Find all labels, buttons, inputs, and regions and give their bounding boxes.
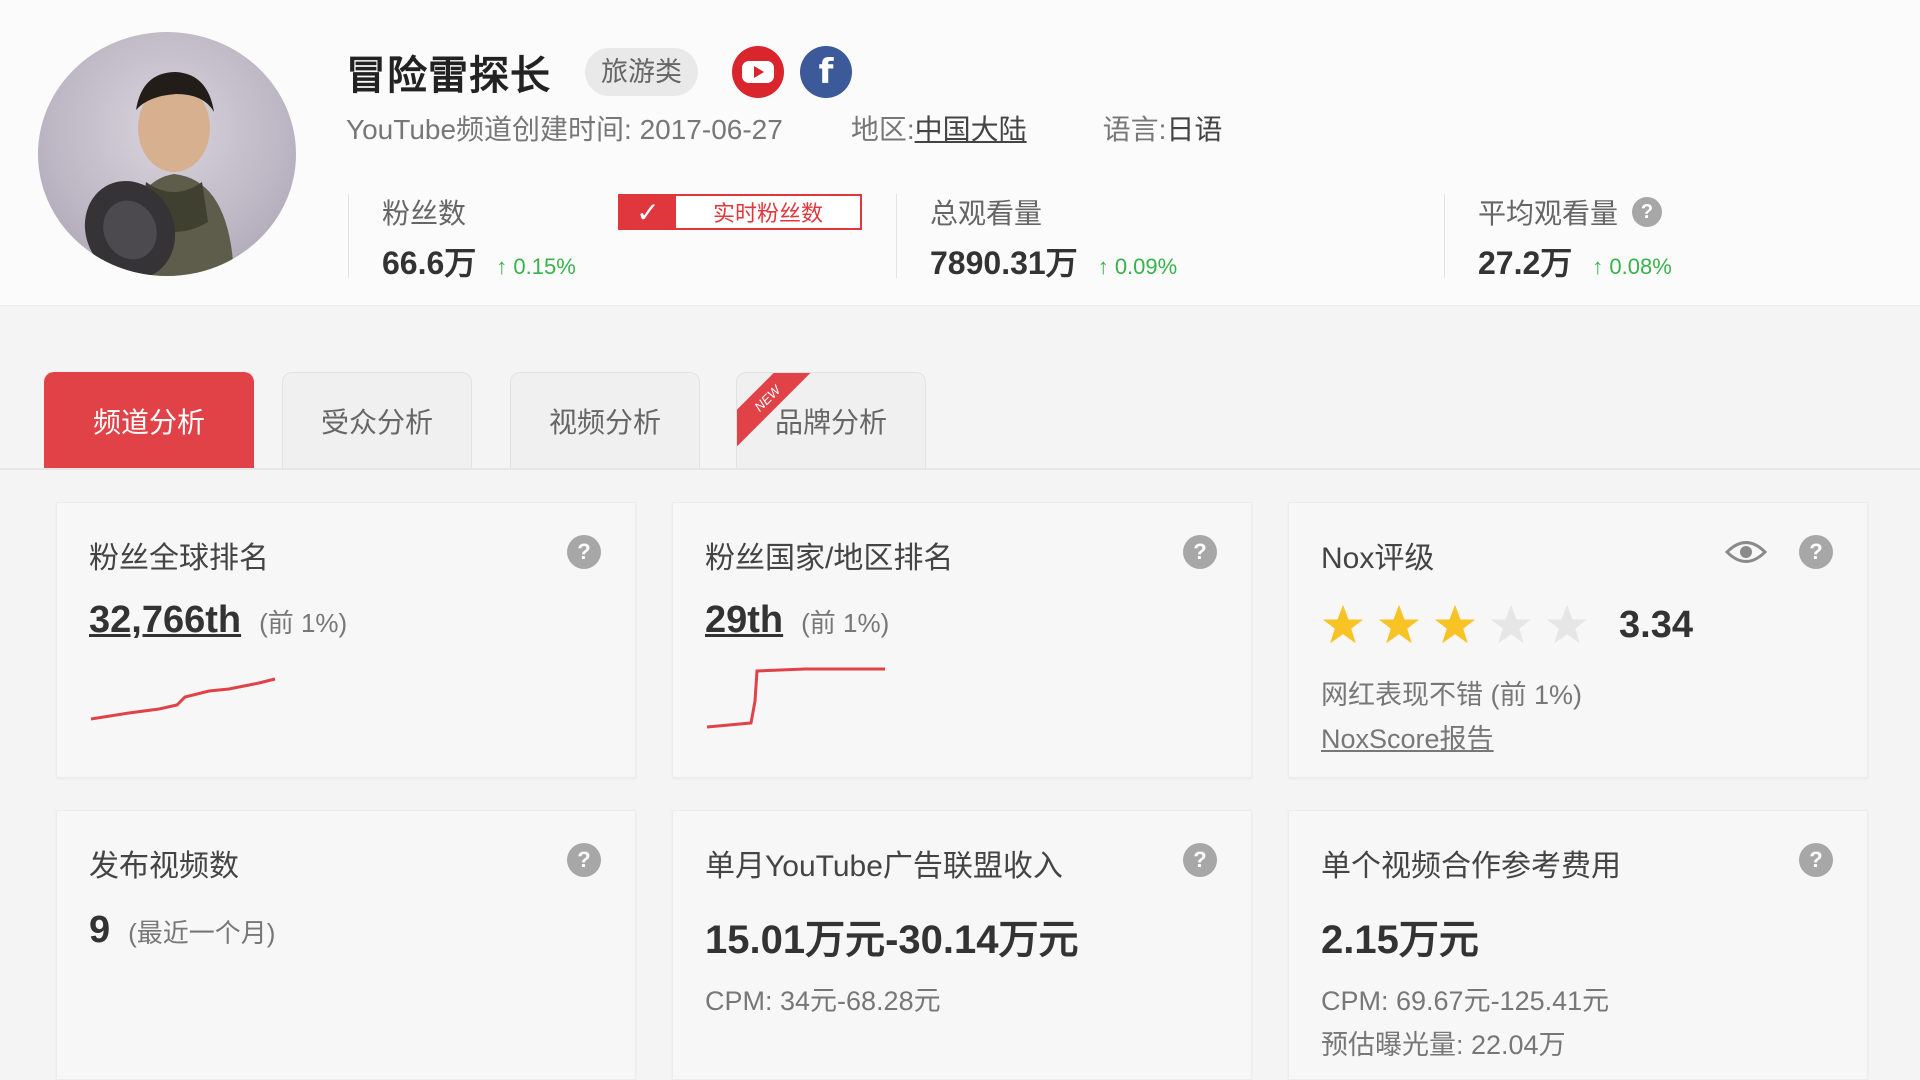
- video-count-value: 9: [89, 909, 111, 951]
- star-icon: [1434, 604, 1476, 644]
- star-empty-icon: [1546, 604, 1588, 644]
- video-count-title: 发布视频数: [89, 850, 239, 883]
- help-icon[interactable]: ?: [567, 535, 601, 569]
- star-rating: 3.34: [1321, 603, 1693, 647]
- followers-label: 粉丝数: [382, 198, 467, 229]
- avg-views-stat: 平均观看量 ? 27.2万 ↑ 0.08%: [1478, 192, 1672, 281]
- collab-fee-card: 单个视频合作参考费用 ? 2.15万元 CPM: 69.67元-125.41元 …: [1288, 810, 1868, 1080]
- global-rank-note: (前 1%): [259, 608, 348, 638]
- followers-value: 66.6万: [382, 245, 477, 281]
- divider: [1444, 194, 1445, 278]
- country-rank-title: 粉丝国家/地区排名: [705, 542, 954, 575]
- tab-video-analysis[interactable]: 视频分析: [510, 372, 700, 468]
- realtime-followers-label: 实时粉丝数: [712, 201, 823, 226]
- star-icon: [1378, 604, 1420, 644]
- followers-change-value: 0.15%: [513, 254, 576, 279]
- country-rank-value[interactable]: 29th: [705, 599, 783, 642]
- help-icon[interactable]: ?: [1632, 197, 1663, 227]
- eye-icon[interactable]: [1725, 539, 1767, 565]
- up-arrow-icon: ↑: [496, 254, 508, 279]
- country-rank-card: 粉丝国家/地区排名 ? 29th (前 1%): [672, 502, 1252, 778]
- created-date: YouTube频道创建时间: 2017-06-27: [346, 114, 783, 145]
- avatar[interactable]: [38, 32, 296, 276]
- video-count-note: (最近一个月): [128, 918, 276, 948]
- avatar-photo: [84, 72, 234, 276]
- ad-income-title: 单月YouTube广告联盟收入: [705, 850, 1063, 883]
- avg-views-change-value: 0.08%: [1609, 254, 1672, 279]
- help-icon[interactable]: ?: [1799, 843, 1833, 877]
- global-rank-value[interactable]: 32,766th: [89, 599, 241, 642]
- channel-meta: YouTube频道创建时间: 2017-06-27 地区: 中国大陆 语言: 日…: [346, 108, 1222, 148]
- youtube-icon[interactable]: [732, 46, 784, 98]
- ad-income-value: 15.01万元-30.14万元: [705, 918, 1079, 962]
- total-views-change-value: 0.09%: [1114, 254, 1178, 279]
- noxscore-report-link[interactable]: NoxScore报告: [1321, 717, 1494, 756]
- help-icon[interactable]: ?: [567, 843, 601, 877]
- check-icon: ✓: [620, 196, 676, 229]
- channel-name: 冒险雷探长: [346, 54, 551, 98]
- help-icon[interactable]: ?: [1799, 535, 1833, 569]
- realtime-followers-button[interactable]: ✓ 实时粉丝数: [618, 194, 862, 230]
- up-arrow-icon: ↑: [1592, 254, 1604, 279]
- collab-fee-title: 单个视频合作参考费用: [1321, 850, 1621, 883]
- global-rank-trend: [90, 677, 276, 721]
- tab-underline: [0, 468, 1920, 470]
- global-rank-title: 粉丝全球排名: [89, 542, 269, 575]
- total-views-label: 总观看量: [930, 198, 1043, 229]
- region-label: 地区:: [850, 114, 915, 145]
- global-rank-card: 粉丝全球排名 ? 32,766th (前 1%): [56, 502, 636, 778]
- name-row: 冒险雷探长 旅游类 f: [346, 44, 852, 100]
- followers-stat: 粉丝数 66.6万 ↑ 0.15%: [382, 192, 576, 281]
- tab-audience-analysis[interactable]: 受众分析: [282, 372, 472, 468]
- tab-brand-analysis-label: 品牌分析: [774, 406, 887, 438]
- nox-rating-card: Nox评级 ? 3.34 网红表现不错 (前 1%) NoxScore报告: [1288, 502, 1868, 778]
- collab-fee-exposure: 预估曝光量: 22.04万: [1321, 1030, 1566, 1060]
- nox-score: 3.34: [1619, 603, 1693, 646]
- tab-brand-analysis[interactable]: NEW 品牌分析: [736, 372, 926, 468]
- category-tag[interactable]: 旅游类: [585, 48, 698, 96]
- up-arrow-icon: ↑: [1097, 254, 1109, 279]
- avg-views-label: 平均观看量: [1478, 198, 1619, 229]
- facebook-icon[interactable]: f: [800, 46, 852, 98]
- star-empty-icon: [1490, 604, 1532, 644]
- nox-rating-title: Nox评级: [1321, 542, 1435, 575]
- collab-fee-cpm: CPM: 69.67元-125.41元: [1321, 986, 1610, 1016]
- language-value: 日语: [1166, 114, 1223, 145]
- collab-fee-value: 2.15万元: [1321, 918, 1479, 962]
- nox-description: 网红表现不错 (前 1%): [1321, 680, 1583, 710]
- language-label: 语言:: [1102, 114, 1167, 145]
- avg-views-change: ↑ 0.08%: [1592, 254, 1672, 280]
- ad-income-card: 单月YouTube广告联盟收入 ? 15.01万元-30.14万元 CPM: 3…: [672, 810, 1252, 1080]
- avg-views-value: 27.2万: [1478, 245, 1573, 281]
- region-value[interactable]: 中国大陆: [915, 108, 1027, 148]
- help-icon[interactable]: ?: [1183, 843, 1217, 877]
- video-count-card: 发布视频数 ? 9 (最近一个月): [56, 810, 636, 1080]
- ad-income-cpm: CPM: 34元-68.28元: [705, 986, 941, 1016]
- country-rank-trend: [706, 667, 885, 729]
- profile-header: 冒险雷探长 旅游类 f YouTube频道创建时间: 2017-06-27 地区…: [0, 0, 1920, 306]
- followers-change: ↑ 0.15%: [496, 254, 576, 280]
- star-icon: [1322, 604, 1364, 644]
- country-rank-note: (前 1%): [801, 608, 890, 638]
- tab-channel-analysis[interactable]: 频道分析: [44, 372, 254, 468]
- divider: [348, 194, 349, 278]
- divider: [896, 194, 897, 278]
- total-views-change: ↑ 0.09%: [1098, 254, 1178, 280]
- total-views-value: 7890.31万: [930, 245, 1078, 281]
- help-icon[interactable]: ?: [1183, 535, 1217, 569]
- total-views-stat: 总观看量 7890.31万 ↑ 0.09%: [930, 192, 1178, 281]
